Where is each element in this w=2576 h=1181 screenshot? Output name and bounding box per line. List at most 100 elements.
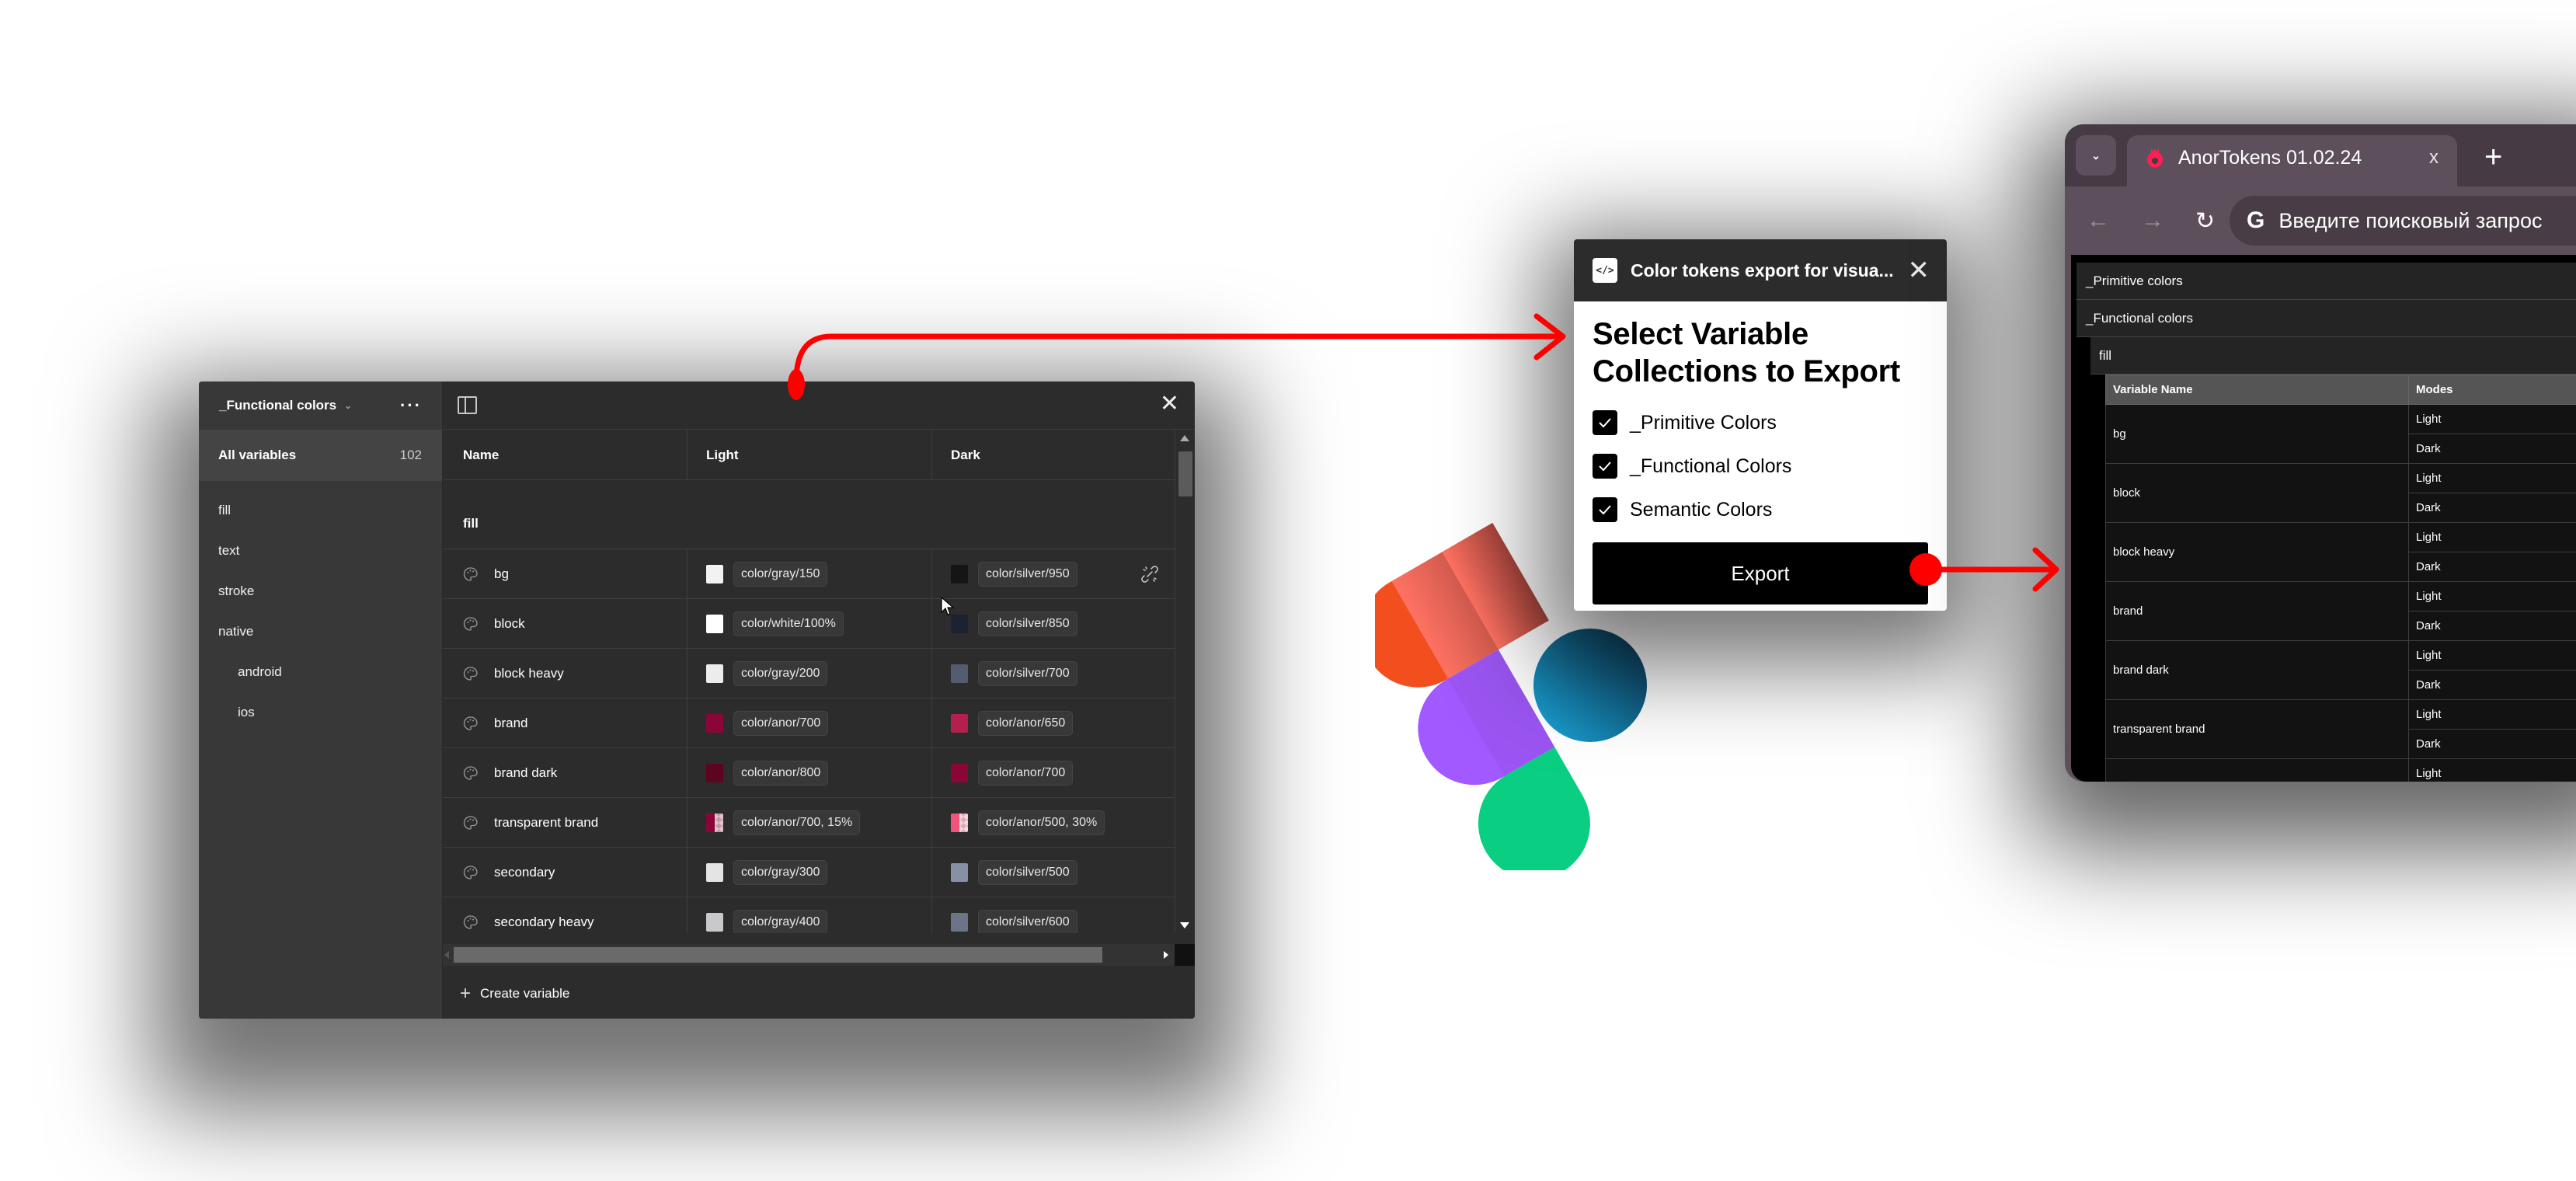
new-tab-button[interactable]: + [2484,140,2502,175]
token-alias-pill[interactable]: color/white/100% [733,611,844,636]
dark-value-cell[interactable]: color/silver/500 [932,848,1175,897]
color-swatch[interactable] [951,862,968,882]
column-header-dark[interactable]: Dark [932,430,1175,479]
table-row[interactable]: bg color/gray/150 color/silver/950 [443,549,1175,599]
export-button[interactable]: Export [1593,542,1928,604]
checkbox[interactable] [1593,410,1617,435]
detach-alias-icon[interactable] [1140,565,1159,584]
color-swatch[interactable] [706,862,723,882]
dark-value-cell[interactable]: color/silver/700 [932,649,1175,698]
scroll-down-arrow-icon[interactable] [1180,922,1189,928]
token-alias-pill[interactable]: color/gray/200 [733,660,828,686]
checkbox[interactable] [1593,497,1617,522]
table-row[interactable]: brand dark color/anor/800 color/anor/700 [443,748,1175,798]
scroll-right-arrow-icon[interactable] [1164,951,1168,959]
color-swatch[interactable] [706,813,723,832]
variable-name-cell[interactable]: bg [443,549,688,598]
column-header-light[interactable]: Light [688,430,932,479]
table-row[interactable]: block color/white/100% color/silver/850 [443,599,1175,649]
horizontal-scroll-thumb[interactable] [454,947,1102,963]
sidebar-item-all-variables[interactable]: All variables 102 [199,430,442,481]
collection-checkbox-row[interactable]: Semantic Colors [1593,488,1928,531]
light-value-cell[interactable]: color/anor/700, 15% [688,798,932,847]
color-swatch[interactable] [706,763,723,782]
color-swatch[interactable] [951,813,968,832]
forward-arrow-icon[interactable]: → [2141,207,2164,234]
light-value-cell[interactable]: color/gray/300 [688,848,932,897]
collection-primitive-colors[interactable]: _Primitive colors [2076,263,2576,300]
dark-value-cell[interactable]: color/anor/500, 30% [932,798,1175,847]
dark-value-cell[interactable]: color/anor/700 [932,748,1175,797]
token-alias-pill[interactable]: color/gray/400 [733,909,828,933]
variable-name-cell[interactable]: transparent brand [443,798,688,847]
create-variable-button[interactable]: + Create variable [460,983,569,1005]
table-row[interactable]: block heavy color/gray/200 color/silver/70… [443,649,1175,698]
sidebar-group-native[interactable]: native [199,611,442,652]
color-swatch[interactable] [951,664,968,683]
light-value-cell[interactable]: color/white/100% [688,599,932,648]
collection-checkbox-row[interactable]: _Functional Colors [1593,444,1928,488]
collection-functional-colors[interactable]: _Functional colors [2076,300,2576,337]
color-swatch[interactable] [951,713,968,733]
token-alias-pill[interactable]: color/silver/950 [978,561,1077,587]
token-alias-pill[interactable]: color/gray/300 [733,859,828,885]
collection-dropdown[interactable]: _Functional colors ⌄ [219,398,352,413]
variable-name-cell[interactable]: brand [443,698,688,747]
token-alias-pill[interactable]: color/silver/500 [978,859,1077,885]
scroll-up-arrow-icon[interactable] [1180,435,1189,441]
reload-icon[interactable]: ↻ [2195,207,2215,235]
close-icon[interactable]: ✕ [1160,392,1179,416]
sidebar-group-fill[interactable]: fill [199,490,442,531]
color-swatch[interactable] [951,763,968,782]
close-icon[interactable]: ✕ [1908,257,1930,284]
color-swatch[interactable] [706,664,723,683]
table-row[interactable]: secondary color/gray/300 color/silver/500 [443,848,1175,897]
variable-name-cell[interactable]: secondary [443,848,688,897]
sidebar-group-stroke[interactable]: stroke [199,571,442,611]
more-options-icon[interactable]: ··· [400,395,422,416]
light-value-cell[interactable]: color/gray/150 [688,549,932,598]
color-swatch[interactable] [951,614,968,633]
token-alias-pill[interactable]: color/silver/700 [978,660,1077,686]
sidebar-group-ios[interactable]: ios [199,692,442,733]
dark-value-cell[interactable]: color/silver/850 [932,599,1175,648]
light-value-cell[interactable]: color/gray/400 [688,897,932,933]
tab-close-icon[interactable]: x [2429,147,2438,169]
dark-value-cell[interactable]: color/anor/650 [932,698,1175,747]
variable-name-cell[interactable]: secondary heavy [443,897,688,933]
browser-tab[interactable]: AnorTokens 01.02.24 x [2127,135,2457,186]
token-alias-pill[interactable]: color/silver/600 [978,909,1077,933]
back-arrow-icon[interactable]: ← [2087,207,2110,234]
dark-value-cell[interactable]: color/silver/950 [932,549,1175,598]
color-swatch[interactable] [706,614,723,633]
light-value-cell[interactable]: color/anor/700 [688,698,932,747]
token-alias-pill[interactable]: color/anor/700 [978,760,1074,786]
token-alias-pill[interactable]: color/anor/800 [733,760,829,786]
toggle-sidebar-icon[interactable] [458,396,477,414]
token-alias-pill[interactable]: color/silver/850 [978,611,1077,636]
color-swatch[interactable] [951,912,968,932]
color-swatch[interactable] [706,713,723,733]
horizontal-scrollbar[interactable] [443,944,1175,966]
dark-value-cell[interactable]: color/silver/600 [932,897,1175,933]
light-value-cell[interactable]: color/anor/800 [688,748,932,797]
scroll-left-arrow-icon[interactable] [444,951,449,959]
variable-name-cell[interactable]: brand dark [443,748,688,797]
checkbox[interactable] [1593,454,1617,479]
color-swatch[interactable] [951,564,968,584]
vertical-scrollbar[interactable] [1175,430,1195,933]
token-alias-pill[interactable]: color/anor/650 [978,710,1074,736]
tab-search-button[interactable]: ⌄ [2076,135,2116,176]
token-alias-pill[interactable]: color/gray/150 [733,561,828,587]
color-swatch[interactable] [706,564,723,584]
variable-name-cell[interactable]: block [443,599,688,648]
vertical-scroll-thumb[interactable] [1178,451,1192,496]
table-row[interactable]: transparent brand color/anor/700, 15% colo… [443,798,1175,848]
token-alias-pill[interactable]: color/anor/700, 15% [733,810,861,835]
sidebar-group-android[interactable]: android [199,652,442,692]
sidebar-group-text[interactable]: text [199,531,442,571]
light-value-cell[interactable]: color/gray/200 [688,649,932,698]
color-swatch[interactable] [706,912,723,932]
collection-checkbox-row[interactable]: _Primitive Colors [1593,401,1928,444]
token-alias-pill[interactable]: color/anor/700 [733,710,829,736]
